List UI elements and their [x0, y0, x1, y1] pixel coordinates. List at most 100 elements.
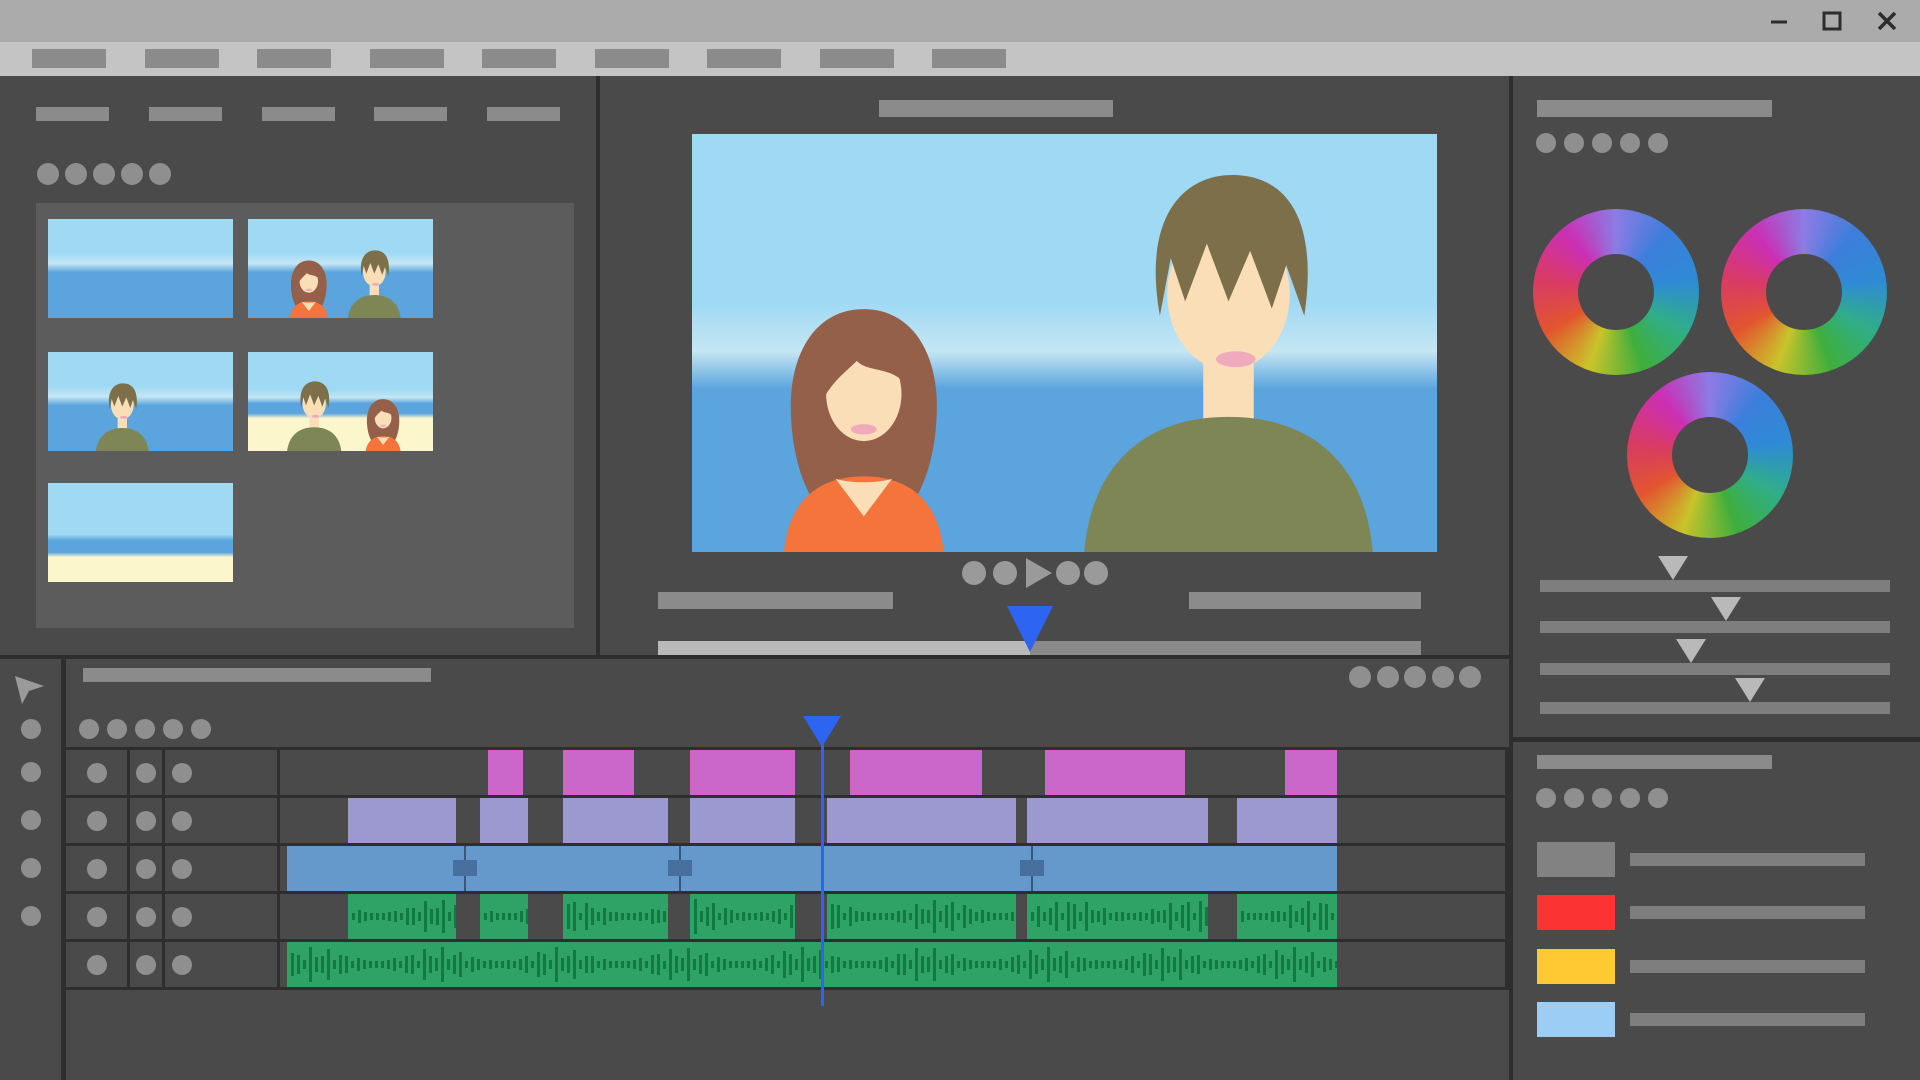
- bin-tab-placeholder[interactable]: [36, 107, 109, 121]
- media-thumbnail[interactable]: [48, 219, 233, 318]
- track-enable-button[interactable]: [136, 763, 156, 783]
- selection-tool-icon[interactable]: [12, 673, 48, 707]
- legend-item[interactable]: [1513, 1002, 1920, 1037]
- menu-item-placeholder[interactable]: [145, 49, 219, 68]
- bin-tab-placeholder[interactable]: [374, 107, 447, 121]
- menu-item-placeholder[interactable]: [707, 49, 781, 68]
- timeline-corner-button[interactable]: [1432, 666, 1454, 688]
- bin-toolbar-button[interactable]: [93, 163, 115, 185]
- skip-back-button[interactable]: [962, 561, 986, 585]
- color-wheel[interactable]: [1627, 372, 1793, 538]
- play-button[interactable]: [1026, 558, 1052, 588]
- maximize-button[interactable]: [1819, 8, 1845, 34]
- track-enable-button[interactable]: [172, 955, 192, 975]
- bin-tab-placeholder[interactable]: [487, 107, 560, 121]
- video-clip[interactable]: [480, 798, 528, 843]
- color-panel-button[interactable]: [1648, 133, 1668, 153]
- legend-toolbar-button[interactable]: [1592, 788, 1612, 808]
- media-thumbnail[interactable]: [48, 352, 233, 451]
- track-enable-button[interactable]: [87, 811, 107, 831]
- video-clip[interactable]: [1027, 798, 1208, 843]
- media-thumbnail[interactable]: [248, 352, 433, 451]
- color-wheel[interactable]: [1721, 209, 1887, 375]
- adjustment-clip[interactable]: [287, 846, 1337, 891]
- menu-item-placeholder[interactable]: [370, 49, 444, 68]
- step-back-button[interactable]: [993, 561, 1017, 585]
- video-clip[interactable]: [690, 750, 795, 795]
- media-thumbnail[interactable]: [248, 219, 433, 318]
- legend-item[interactable]: [1513, 895, 1920, 930]
- timeline-header-button[interactable]: [135, 719, 155, 739]
- video-clip[interactable]: [827, 798, 1016, 843]
- bin-toolbar-button[interactable]: [149, 163, 171, 185]
- color-wheel[interactable]: [1533, 209, 1699, 375]
- timeline-corner-button[interactable]: [1349, 666, 1371, 688]
- skip-forward-button[interactable]: [1084, 561, 1108, 585]
- color-panel-button[interactable]: [1536, 133, 1556, 153]
- timeline-playhead[interactable]: [803, 716, 841, 747]
- video-clip[interactable]: [690, 798, 795, 843]
- menu-item-placeholder[interactable]: [482, 49, 556, 68]
- color-panel-button[interactable]: [1620, 133, 1640, 153]
- video-clip[interactable]: [1237, 798, 1337, 843]
- video-clip[interactable]: [488, 750, 523, 795]
- track-enable-button[interactable]: [136, 811, 156, 831]
- slider-handle[interactable]: [1676, 639, 1706, 663]
- track-enable-button[interactable]: [87, 859, 107, 879]
- video-clip[interactable]: [1285, 750, 1337, 795]
- menu-item-placeholder[interactable]: [820, 49, 894, 68]
- slider-track[interactable]: [1540, 580, 1890, 592]
- video-clip[interactable]: [563, 750, 634, 795]
- timeline-tool-button[interactable]: [21, 810, 41, 830]
- track-enable-button[interactable]: [172, 859, 192, 879]
- audio-clip[interactable]: [348, 894, 456, 939]
- timeline-tool-button[interactable]: [21, 906, 41, 926]
- timeline-header-button[interactable]: [107, 719, 127, 739]
- bin-toolbar-button[interactable]: [121, 163, 143, 185]
- timeline-header-button[interactable]: [163, 719, 183, 739]
- menu-item-placeholder[interactable]: [257, 49, 331, 68]
- timeline-tool-button[interactable]: [21, 719, 41, 739]
- slider-track[interactable]: [1540, 663, 1890, 675]
- slider-track[interactable]: [1540, 702, 1890, 714]
- legend-item[interactable]: [1513, 949, 1920, 984]
- timeline-corner-button[interactable]: [1404, 666, 1426, 688]
- timeline-corner-button[interactable]: [1377, 666, 1399, 688]
- track-enable-button[interactable]: [87, 763, 107, 783]
- menu-item-placeholder[interactable]: [932, 49, 1006, 68]
- track-enable-button[interactable]: [87, 907, 107, 927]
- clip-edit-marker[interactable]: [668, 860, 692, 876]
- media-thumbnail[interactable]: [48, 483, 233, 582]
- track-enable-button[interactable]: [136, 907, 156, 927]
- audio-clip[interactable]: [690, 894, 795, 939]
- audio-clip[interactable]: [1027, 894, 1208, 939]
- timeline-corner-button[interactable]: [1459, 666, 1481, 688]
- legend-toolbar-button[interactable]: [1564, 788, 1584, 808]
- menu-item-placeholder[interactable]: [595, 49, 669, 68]
- minimize-button[interactable]: [1766, 8, 1792, 34]
- clip-edit-marker[interactable]: [1020, 860, 1044, 876]
- timeline-header-button[interactable]: [79, 719, 99, 739]
- color-panel-button[interactable]: [1564, 133, 1584, 153]
- clip-edit-marker[interactable]: [453, 860, 477, 876]
- timeline-tool-button[interactable]: [21, 858, 41, 878]
- bin-toolbar-button[interactable]: [65, 163, 87, 185]
- audio-clip[interactable]: [287, 942, 1337, 987]
- legend-item[interactable]: [1513, 842, 1920, 877]
- legend-toolbar-button[interactable]: [1620, 788, 1640, 808]
- slider-track[interactable]: [1540, 621, 1890, 633]
- step-forward-button[interactable]: [1056, 561, 1080, 585]
- close-button[interactable]: [1874, 8, 1900, 34]
- bin-toolbar-button[interactable]: [37, 163, 59, 185]
- video-clip[interactable]: [850, 750, 982, 795]
- track-enable-button[interactable]: [172, 907, 192, 927]
- scrub-playhead[interactable]: [1007, 606, 1053, 652]
- slider-handle[interactable]: [1735, 678, 1765, 702]
- bin-tab-placeholder[interactable]: [262, 107, 335, 121]
- track-enable-button[interactable]: [136, 955, 156, 975]
- timeline-tool-button[interactable]: [21, 762, 41, 782]
- track-enable-button[interactable]: [172, 763, 192, 783]
- color-panel-button[interactable]: [1592, 133, 1612, 153]
- slider-handle[interactable]: [1711, 597, 1741, 621]
- timeline-header-button[interactable]: [191, 719, 211, 739]
